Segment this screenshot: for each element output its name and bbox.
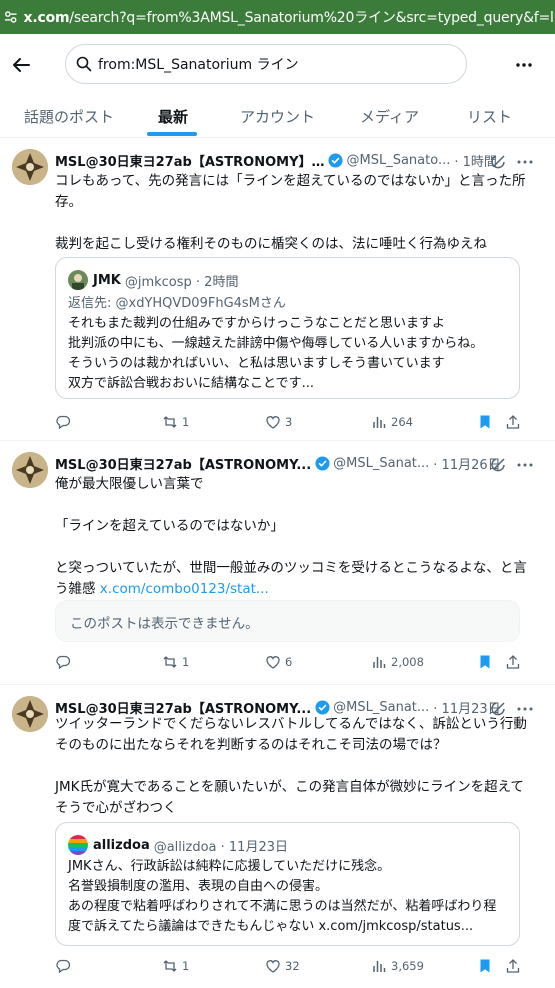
views-chart-icon (373, 961, 386, 972)
share-button[interactable] (505, 654, 521, 670)
more-icon[interactable] (517, 155, 533, 169)
tab-top[interactable]: 話題のポスト (24, 106, 114, 127)
verified-badge-icon (315, 700, 330, 715)
more-options-icon[interactable] (515, 56, 533, 74)
reply-button[interactable] (55, 958, 75, 974)
reply-button[interactable] (55, 414, 75, 430)
share-button[interactable] (505, 958, 521, 974)
active-tab-indicator (147, 132, 197, 136)
bookmark-icon (480, 655, 490, 669)
reply-icon (56, 655, 71, 670)
browser-address-bar[interactable]: x.com/search?q=from%3AMSL_Sanatorium%20ラ… (0, 0, 555, 34)
author-handle[interactable]: @MSL_Sanato... (346, 153, 450, 168)
quoted-avatar (68, 270, 88, 290)
quoted-author-name: allizdoa (93, 837, 150, 853)
repost-icon (163, 960, 177, 972)
heart-icon (266, 960, 280, 973)
author-name[interactable]: MSL@30日東ヨ27ab【ASTRONOMY】… (55, 151, 324, 170)
share-icon (506, 959, 520, 973)
grok-icon[interactable] (491, 153, 507, 169)
post-header: MSL@30日東ヨ27ab【ASTRONOMY... @MSL_Sanat...… (55, 454, 515, 473)
quoted-avatar (68, 835, 88, 855)
like-button[interactable]: 32 (265, 958, 300, 974)
search-query[interactable]: from:MSL_Sanatorium ライン (98, 54, 299, 74)
post[interactable]: MSL@30日東ヨ27ab【ASTRONOMY】… @MSL_Sanato...… (0, 139, 555, 441)
heart-icon (266, 656, 280, 669)
avatar[interactable] (12, 149, 48, 185)
quoted-author-handle: @allizdoa · 11月23日 (153, 839, 288, 855)
repost-button[interactable]: 1 (162, 654, 189, 670)
quoted-post[interactable]: JMK @jmkcosp · 2時間 返信先: @xdYHQVD09FhG4sM… (55, 257, 520, 399)
quoted-post-text: JMKさん、行政訴訟は純粋に応援していただけに残念。 名誉毀損制度の濫用、表現の… (68, 859, 497, 934)
share-icon (506, 655, 520, 669)
bookmark-icon (480, 959, 490, 973)
avatar[interactable] (12, 696, 48, 732)
repost-icon (163, 416, 177, 428)
reply-button[interactable] (55, 654, 75, 670)
quoted-author-name: JMK (93, 272, 121, 288)
quoted-post-text: 返信先: @xdYHQVD09FhG4sMさん それもまた裁判の仕組みですからけ… (68, 296, 484, 391)
heart-icon (266, 416, 280, 429)
repost-button[interactable]: 1 (162, 958, 189, 974)
reply-icon (56, 415, 71, 430)
search-header: from:MSL_Sanatorium ライン (0, 34, 555, 96)
post-actions: 1 6 2,008 (55, 654, 530, 674)
unavailable-post-notice: このポストは表示できません。 (55, 600, 520, 642)
verified-badge-icon (328, 153, 344, 168)
quoted-author-handle: @jmkcosp · 2時間 (124, 274, 239, 290)
author-name[interactable]: MSL@30日東ヨ27ab【ASTRONOMY... (55, 454, 311, 473)
tab-lists[interactable]: リスト (467, 106, 512, 127)
tab-latest[interactable]: 最新 (158, 106, 188, 127)
quoted-post-header: JMK @jmkcosp · 2時間 (68, 270, 238, 290)
post[interactable]: MSL@30日東ヨ27ab【ASTRONOMY... @MSL_Sanat...… (0, 442, 555, 685)
verified-badge-icon (315, 456, 330, 471)
search-input[interactable]: from:MSL_Sanatorium ライン (65, 44, 467, 84)
share-icon (506, 415, 520, 429)
quoted-post[interactable]: allizdoa @allizdoa · 11月23日 JMKさん、行政訴訟は純… (55, 822, 520, 946)
bookmark-icon (480, 415, 490, 429)
repost-button[interactable]: 1 (162, 414, 189, 430)
search-icon (76, 56, 92, 72)
like-button[interactable]: 3 (265, 414, 292, 430)
share-button[interactable] (505, 414, 521, 430)
url-text[interactable]: x.com/search?q=from%3AMSL_Sanatorium%20ラ… (24, 7, 555, 27)
back-arrow-icon[interactable] (10, 54, 32, 76)
more-icon[interactable] (517, 458, 533, 472)
post-text: ツイッターランドでくだらないレスバトルしてるんではなく、訴訟という行動そのものに… (55, 716, 527, 816)
repost-icon (163, 656, 177, 668)
grok-icon[interactable] (491, 456, 507, 472)
views-button[interactable]: 3,659 (371, 958, 424, 974)
post[interactable]: MSL@30日東ヨ27ab【ASTRONOMY... @MSL_Sanat...… (0, 686, 555, 988)
site-settings-icon[interactable] (4, 10, 18, 24)
post-header: MSL@30日東ヨ27ab【ASTRONOMY】… @MSL_Sanato...… (55, 151, 515, 170)
views-button[interactable]: 264 (371, 414, 413, 430)
author-handle[interactable]: @MSL_Sanat... (333, 700, 429, 715)
bookmark-button[interactable] (477, 414, 493, 430)
post-actions: 1 32 3,659 (55, 958, 530, 978)
tab-people[interactable]: アカウント (240, 106, 315, 127)
views-button[interactable]: 2,008 (371, 654, 424, 670)
author-handle[interactable]: @MSL_Sanat... (333, 456, 429, 471)
views-chart-icon (373, 657, 386, 668)
post-link[interactable]: x.com/combo0123/stat... (100, 581, 269, 597)
post-text: 俺が最大限優しい言葉で 「ラインを超えているのではないか」 と突っついていたが、… (55, 476, 527, 597)
bookmark-button[interactable] (477, 654, 493, 670)
views-chart-icon (373, 417, 386, 428)
post-text: コレもあって、先の発言には「ラインを超えているのではないか」と言った所存。 裁判… (55, 173, 526, 252)
search-tabs: 話題のポスト 最新 アカウント メディア リスト (0, 96, 555, 138)
tab-media[interactable]: メディア (360, 106, 419, 127)
avatar[interactable] (12, 452, 48, 488)
like-button[interactable]: 6 (265, 654, 292, 670)
quoted-post-header: allizdoa @allizdoa · 11月23日 (68, 835, 288, 855)
reply-icon (56, 959, 71, 974)
post-actions: 1 3 264 (55, 414, 530, 434)
bookmark-button[interactable] (477, 958, 493, 974)
